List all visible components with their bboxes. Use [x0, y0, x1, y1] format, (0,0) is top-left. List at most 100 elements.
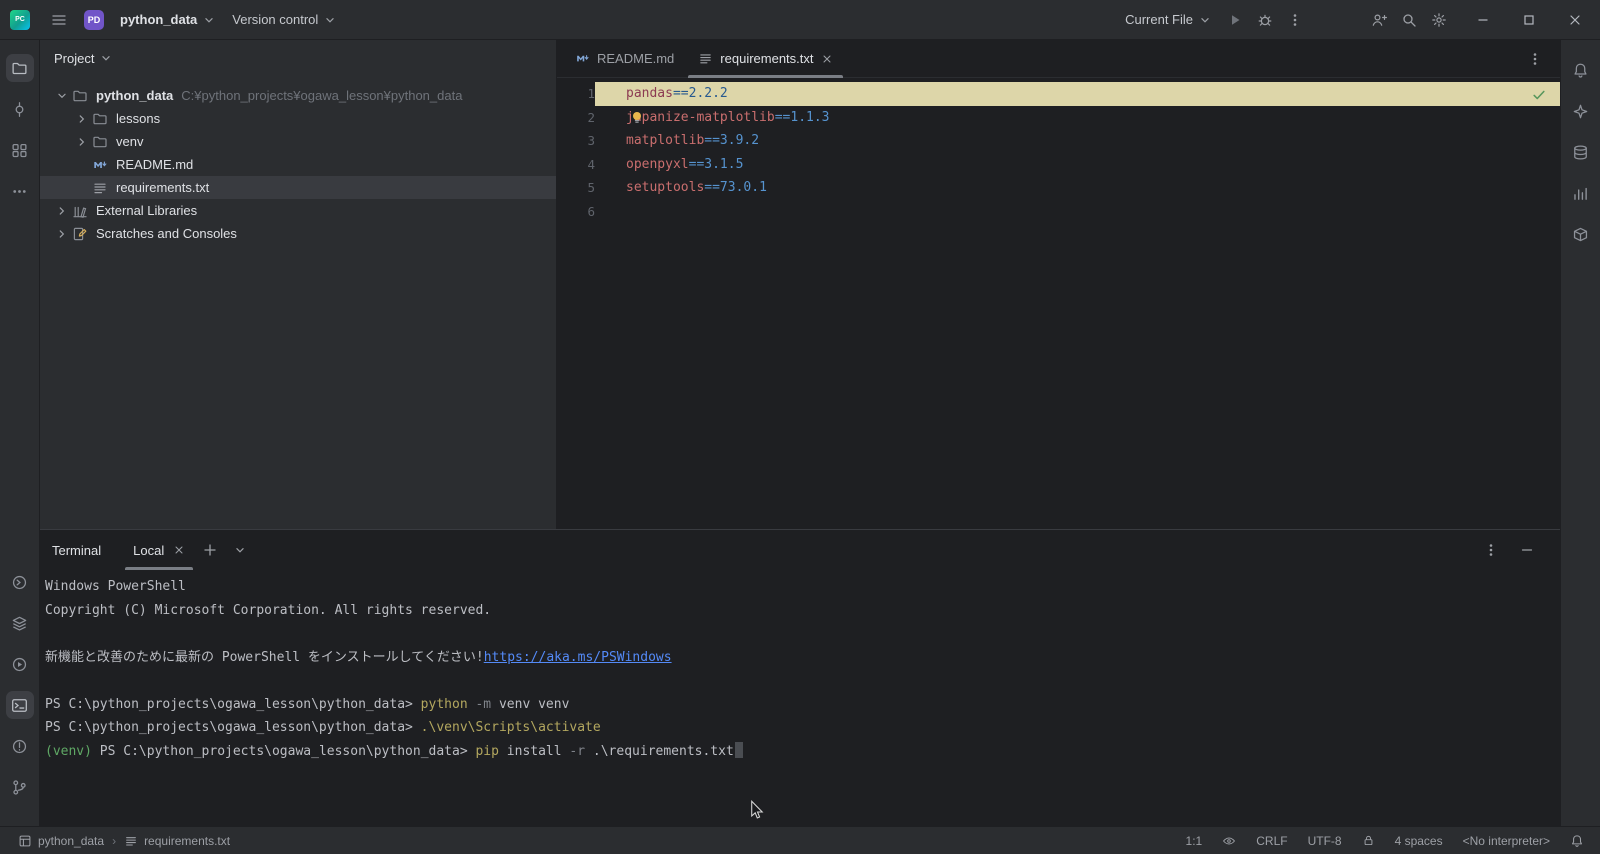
chevron-collapsed-icon[interactable]: [72, 112, 92, 126]
editor-options-button[interactable]: [1520, 44, 1550, 74]
editor-tab-bar: README.md requirements.txt: [557, 40, 1560, 78]
services-icon: [11, 656, 28, 673]
tree-item-venv[interactable]: venv: [40, 130, 556, 153]
text-file-icon: [698, 51, 713, 66]
python-packages-tool-button[interactable]: [6, 609, 34, 637]
gear-icon: [1431, 12, 1447, 28]
window-maximize-button[interactable]: [1512, 5, 1546, 35]
encoding-widget[interactable]: UTF-8: [1302, 830, 1348, 852]
tree-item-path: C:¥python_projects¥ogawa_lesson¥python_d…: [181, 88, 462, 103]
tree-item-label: lessons: [116, 111, 160, 126]
tab-readme[interactable]: README.md: [563, 40, 686, 77]
more-tool-windows-button[interactable]: [6, 177, 34, 205]
minimize-icon: [1520, 543, 1534, 557]
intention-bulb-icon[interactable]: [631, 111, 643, 124]
chevron-expanded-icon[interactable]: [52, 89, 72, 103]
tree-item-requirements[interactable]: requirements.txt: [40, 176, 556, 199]
pycharm-logo-icon: PC: [10, 10, 30, 30]
caret-position-widget[interactable]: 1:1: [1180, 830, 1209, 852]
terminal-tool-button[interactable]: [6, 691, 34, 719]
terminal-line: PS C:\python_projects\ogawa_lesson\pytho…: [45, 693, 1548, 717]
status-project-widget[interactable]: python_data: [12, 830, 110, 852]
tab-requirements[interactable]: requirements.txt: [686, 40, 844, 77]
window-close-button[interactable]: [1558, 5, 1592, 35]
inspections-widget[interactable]: [1216, 830, 1242, 852]
terminal-output[interactable]: Windows PowerShell Copyright (C) Microso…: [40, 570, 1560, 826]
search-everywhere-button[interactable]: [1394, 5, 1424, 35]
tab-close-icon[interactable]: [821, 53, 833, 65]
ai-assistant-tool-button[interactable]: [1567, 97, 1595, 125]
markdown-file-icon: [92, 157, 109, 173]
main-menu-hamburger-icon[interactable]: [44, 5, 74, 35]
sci-view-tool-button[interactable]: [1567, 179, 1595, 207]
run-button[interactable]: [1220, 5, 1250, 35]
inspections-ok-icon[interactable]: [1532, 88, 1546, 102]
status-notifications-button[interactable]: [1564, 830, 1590, 852]
readonly-widget[interactable]: [1356, 830, 1381, 852]
chevron-collapsed-icon[interactable]: [52, 227, 72, 241]
version-control-tool-button[interactable]: [6, 773, 34, 801]
folder-icon: [11, 60, 28, 77]
project-selector-label: python_data: [120, 12, 197, 27]
tree-item-readme[interactable]: README.md: [40, 153, 556, 176]
lock-icon: [1362, 834, 1375, 847]
tree-item-python-data[interactable]: python_data C:¥python_projects¥ogawa_les…: [40, 84, 556, 107]
debug-button[interactable]: [1250, 5, 1280, 35]
tab-close-icon[interactable]: [173, 544, 185, 556]
interpreter-widget[interactable]: <No interpreter>: [1457, 830, 1556, 852]
project-window-icon: [18, 834, 32, 848]
python-console-tool-button[interactable]: [6, 568, 34, 596]
terminal-options-button[interactable]: [1476, 535, 1506, 565]
chevron-collapsed-icon[interactable]: [72, 135, 92, 149]
editor-body[interactable]: 1 pandas==2.2.2 2 japanize-matplotlib==1…: [557, 78, 1560, 529]
project-tool-button[interactable]: [6, 54, 34, 82]
python-packages-right-tool-button[interactable]: [1567, 220, 1595, 248]
chevron-down-icon: [323, 13, 337, 27]
tree-item-label: requirements.txt: [116, 180, 209, 195]
run-configuration-selector[interactable]: Current File: [1117, 5, 1220, 35]
window-minimize-button[interactable]: [1466, 5, 1500, 35]
chevron-down-icon: [1198, 13, 1212, 27]
terminal-line: [45, 669, 1548, 693]
project-selector[interactable]: python_data: [112, 5, 224, 35]
settings-button[interactable]: [1424, 5, 1454, 35]
titlebar: PC PD python_data Version control Curren…: [0, 0, 1600, 40]
chevron-down-icon: [233, 543, 247, 557]
database-tool-button[interactable]: [1567, 138, 1595, 166]
package-version: ==3.9.2: [704, 133, 759, 148]
notifications-button[interactable]: [1567, 56, 1595, 84]
tree-item-scratches[interactable]: Scratches and Consoles: [40, 222, 556, 245]
line-number: 3: [557, 129, 595, 153]
code-with-me-button[interactable]: [1364, 5, 1394, 35]
indent-widget[interactable]: 4 spaces: [1389, 830, 1449, 852]
version-control-label: Version control: [232, 12, 318, 27]
code-line: 2 japanize-matplotlib==1.1.3: [557, 106, 1560, 130]
problems-tool-button[interactable]: [6, 732, 34, 760]
status-file-widget[interactable]: requirements.txt: [118, 830, 236, 852]
more-actions-button[interactable]: [1280, 5, 1310, 35]
package-name: japanize-matplotlib: [626, 110, 775, 125]
terminal-tab-dropdown-button[interactable]: [225, 535, 255, 565]
terminal-tab-local[interactable]: Local: [123, 530, 195, 570]
project-panel-header[interactable]: Project: [40, 40, 556, 76]
new-terminal-tab-button[interactable]: [195, 535, 225, 565]
structure-tool-button[interactable]: [6, 136, 34, 164]
terminal-link[interactable]: https://aka.ms/PSWindows: [484, 650, 672, 665]
services-tool-button[interactable]: [6, 650, 34, 678]
folder-icon: [92, 134, 109, 150]
line-number: 2: [557, 106, 595, 130]
tree-item-lessons[interactable]: lessons: [40, 107, 556, 130]
structure-icon: [11, 142, 28, 159]
tree-item-external-libraries[interactable]: External Libraries: [40, 199, 556, 222]
terminal-line: (venv) PS C:\python_projects\ogawa_lesso…: [45, 740, 1548, 764]
line-ending-widget[interactable]: CRLF: [1250, 830, 1293, 852]
hide-terminal-button[interactable]: [1512, 535, 1542, 565]
version-control-selector[interactable]: Version control: [224, 5, 345, 35]
user-plus-icon: [1371, 12, 1387, 28]
status-bar: python_data › requirements.txt 1:1 CRLF …: [0, 826, 1600, 854]
commit-tool-button[interactable]: [6, 95, 34, 123]
chevron-collapsed-icon[interactable]: [52, 204, 72, 218]
more-horizontal-icon: [11, 183, 28, 200]
folder-icon: [92, 111, 109, 127]
terminal-icon: [11, 697, 28, 714]
